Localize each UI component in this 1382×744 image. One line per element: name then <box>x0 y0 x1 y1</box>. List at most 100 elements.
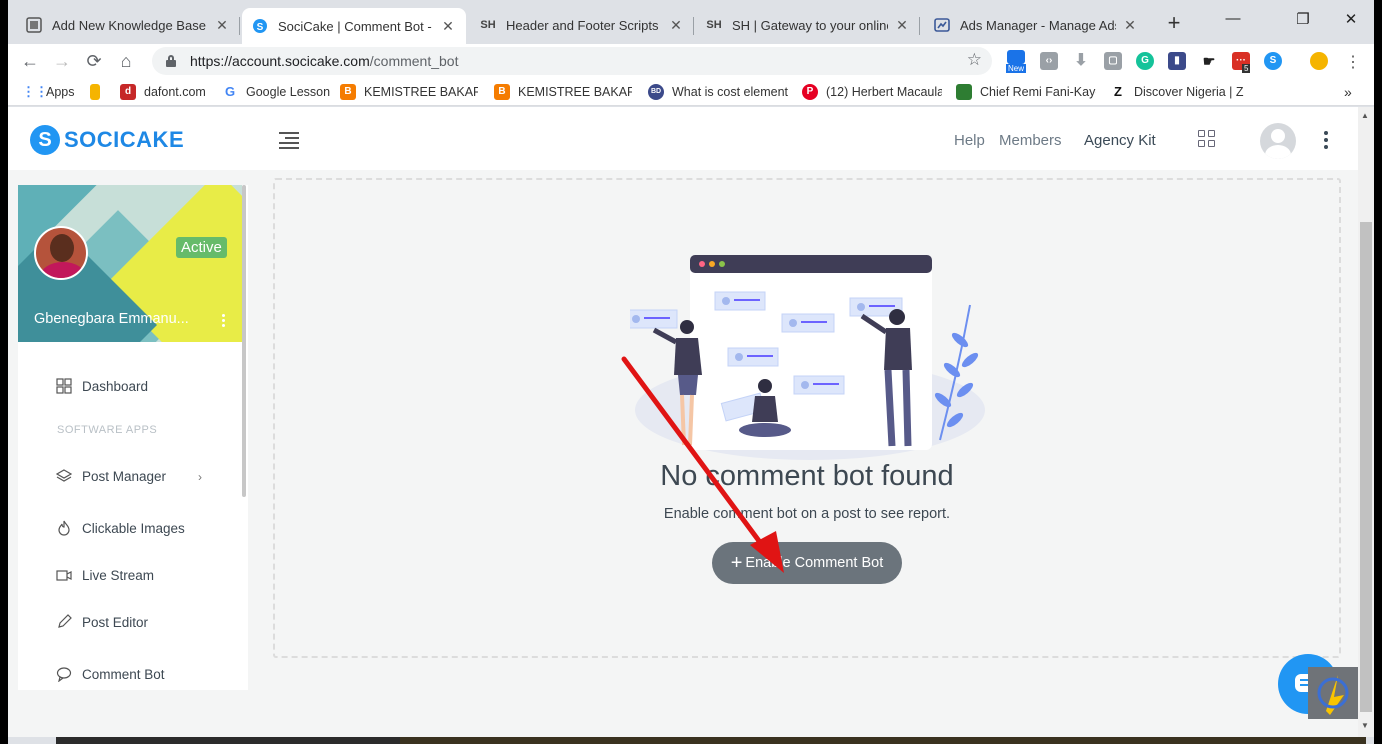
close-icon[interactable]: ✕ <box>214 17 230 34</box>
forward-button[interactable]: → <box>50 49 74 73</box>
maximize-button[interactable]: ❐ <box>1280 10 1326 28</box>
url-host: https://account.socicake.com <box>190 53 370 69</box>
more-bookmarks-button[interactable]: » <box>1344 83 1352 101</box>
sidebar-item-post-manager[interactable]: Post Manager <box>55 468 166 484</box>
google-icon: G <box>224 84 236 99</box>
bookmark-chief-remi[interactable]: Chief Remi Fani-Kayo <box>956 83 1096 101</box>
browser-toolbar: ← → ⟳ ⌂ https://account.socicake.com/com… <box>8 44 1374 78</box>
bookmark-yellow-icon <box>90 84 100 100</box>
z-icon: Z <box>1114 84 1122 99</box>
tab-title: SociCake | Comment Bot - Rep <box>278 18 434 34</box>
sh-icon: SH <box>480 19 496 31</box>
apps-grid-icon[interactable] <box>1198 130 1216 148</box>
menu-toggle-icon[interactable] <box>279 132 299 152</box>
nav-agency-kit[interactable]: Agency Kit <box>1084 132 1156 149</box>
annotation-arrow <box>621 356 784 573</box>
pencil-icon <box>56 614 72 630</box>
tab-title: Header and Footer Scripts ‹ Su <box>506 17 662 33</box>
code-extension-icon[interactable]: ‹› <box>1040 52 1058 70</box>
brand-name: SOCICAKE <box>64 127 185 152</box>
new-badge: New <box>1006 64 1027 73</box>
scrollbar-thumb[interactable] <box>1360 222 1372 712</box>
sidebar-item-dashboard[interactable]: Dashboard <box>56 378 148 394</box>
tab-header-footer-scripts[interactable]: SH Header and Footer Scripts ‹ Su ✕ <box>470 9 694 41</box>
sidebar-item-clickable-images[interactable]: Clickable Images <box>56 520 185 536</box>
tab-title: Ads Manager - Manage Ads - A <box>960 17 1116 33</box>
bookmark-apps[interactable]: ⋮⋮ Apps <box>22 83 75 101</box>
tab-add-new-knowledge-base[interactable]: Add New Knowledge Base ‹ Soc ✕ <box>16 9 240 41</box>
close-icon[interactable]: ✕ <box>1122 17 1138 34</box>
bookmark-herbert-macaulay[interactable]: P (12) Herbert Macaula <box>802 83 942 101</box>
reload-button[interactable]: ⟳ <box>82 49 106 73</box>
sidebar-scrollbar[interactable] <box>242 185 246 497</box>
download-icon[interactable]: ⬇ <box>1072 52 1090 70</box>
page-scrollbar[interactable]: ▲ ▼ <box>1358 107 1374 737</box>
nav-members[interactable]: Members <box>999 132 1062 149</box>
bookmark-extension-icon[interactable]: ▮ <box>1168 52 1186 70</box>
scroll-up-icon[interactable]: ▲ <box>1361 111 1369 120</box>
section-label: SOFTWARE APPS <box>57 424 158 436</box>
socicake-logo[interactable]: S SOCICAKE <box>30 125 184 155</box>
more-options-icon[interactable] <box>1324 131 1328 152</box>
fire-icon <box>56 520 72 536</box>
dafont-icon: d <box>120 84 136 100</box>
chrome-menu-icon[interactable]: ⋮ <box>1345 52 1361 72</box>
address-bar[interactable]: https://account.socicake.com/comment_bot… <box>152 47 992 75</box>
tab-sh-gateway[interactable]: SH SH | Gateway to your online su ✕ <box>696 9 920 41</box>
bookmark-discover-nigeria[interactable]: Z Discover Nigeria | ZO <box>1110 83 1244 101</box>
profile-menu-icon[interactable] <box>222 314 226 329</box>
profile-card: Active Gbenegbara Emmanu... <box>18 185 242 342</box>
close-icon[interactable]: ✕ <box>440 18 456 35</box>
tab-title: SH | Gateway to your online su <box>732 17 888 33</box>
apps-grid-icon: ⋮⋮ <box>22 84 48 99</box>
close-icon[interactable]: ✕ <box>894 17 910 34</box>
socicake-logo-icon: S <box>30 125 60 155</box>
sidebar-item-post-editor[interactable]: Post Editor <box>56 614 148 630</box>
chat-bubble-icon <box>56 666 72 683</box>
close-icon[interactable]: ✕ <box>668 17 684 34</box>
bookmark-google-lesson[interactable]: G Google Lesson <box>222 83 330 101</box>
sidebar-item-comment-bot[interactable]: Comment Bot <box>56 666 165 683</box>
tab-strip: Add New Knowledge Base ‹ Soc ✕ S SociCak… <box>8 0 1374 44</box>
blogger-icon: B <box>340 84 356 100</box>
minimize-button[interactable]: — <box>1210 10 1256 27</box>
os-taskbar <box>56 737 1366 744</box>
bookmark-dafont[interactable]: d dafont.com <box>120 83 214 101</box>
status-badge: Active <box>176 237 227 258</box>
tab-socicake-comment-bot[interactable]: S SociCake | Comment Bot - Rep ✕ <box>242 8 466 44</box>
lock-icon <box>166 55 176 67</box>
bookmark-kemistree-1[interactable]: B KEMISTREE BAKARE: <box>340 83 478 101</box>
ads-manager-icon <box>934 17 950 33</box>
user-avatar[interactable] <box>1260 123 1296 159</box>
nav-help[interactable]: Help <box>954 132 985 149</box>
socicake-icon: S <box>252 18 268 34</box>
new-tab-button[interactable]: + <box>1164 12 1184 34</box>
sh-icon: SH <box>706 19 722 31</box>
extension-box-icon[interactable]: ▢ <box>1104 52 1122 70</box>
bookmark-yellow[interactable] <box>90 83 108 101</box>
scroll-down-icon[interactable]: ▼ <box>1361 721 1369 730</box>
back-button[interactable]: ← <box>18 49 42 73</box>
socicake-extension-icon[interactable]: S <box>1264 52 1282 70</box>
bookmarks-bar: ⋮⋮ Apps d dafont.com G Google Lesson B K… <box>8 78 1374 106</box>
wordpress-icon <box>26 17 42 33</box>
browser-window: Add New Knowledge Base ‹ Soc ✕ S SociCak… <box>8 0 1374 744</box>
layers-icon <box>55 468 73 484</box>
home-icon[interactable]: ⌂ <box>114 49 138 73</box>
blogger-icon: B <box>494 84 510 100</box>
close-window-button[interactable]: ✕ <box>1328 10 1374 28</box>
profile-avatar-icon[interactable] <box>1310 52 1328 70</box>
tab-ads-manager[interactable]: Ads Manager - Manage Ads - A ✕ <box>924 9 1148 41</box>
star-icon[interactable]: ☆ <box>967 50 982 70</box>
grammarly-icon[interactable]: G <box>1136 52 1154 70</box>
profile-avatar[interactable] <box>34 226 88 280</box>
svg-text:S: S <box>257 22 264 33</box>
bookmark-kemistree-2[interactable]: B KEMISTREE BAKARE: I <box>494 83 632 101</box>
sidebar-item-live-stream[interactable]: Live Stream <box>56 567 154 583</box>
hand-extension-icon[interactable]: ☛ <box>1200 52 1218 70</box>
extension-screen-icon[interactable] <box>1007 50 1025 64</box>
pinterest-icon: P <box>802 84 818 100</box>
chevron-right-icon[interactable]: › <box>198 470 202 484</box>
bookmark-cost-element[interactable]: BD What is cost element <box>648 83 788 101</box>
tab-title: Add New Knowledge Base ‹ Soc <box>52 17 208 33</box>
